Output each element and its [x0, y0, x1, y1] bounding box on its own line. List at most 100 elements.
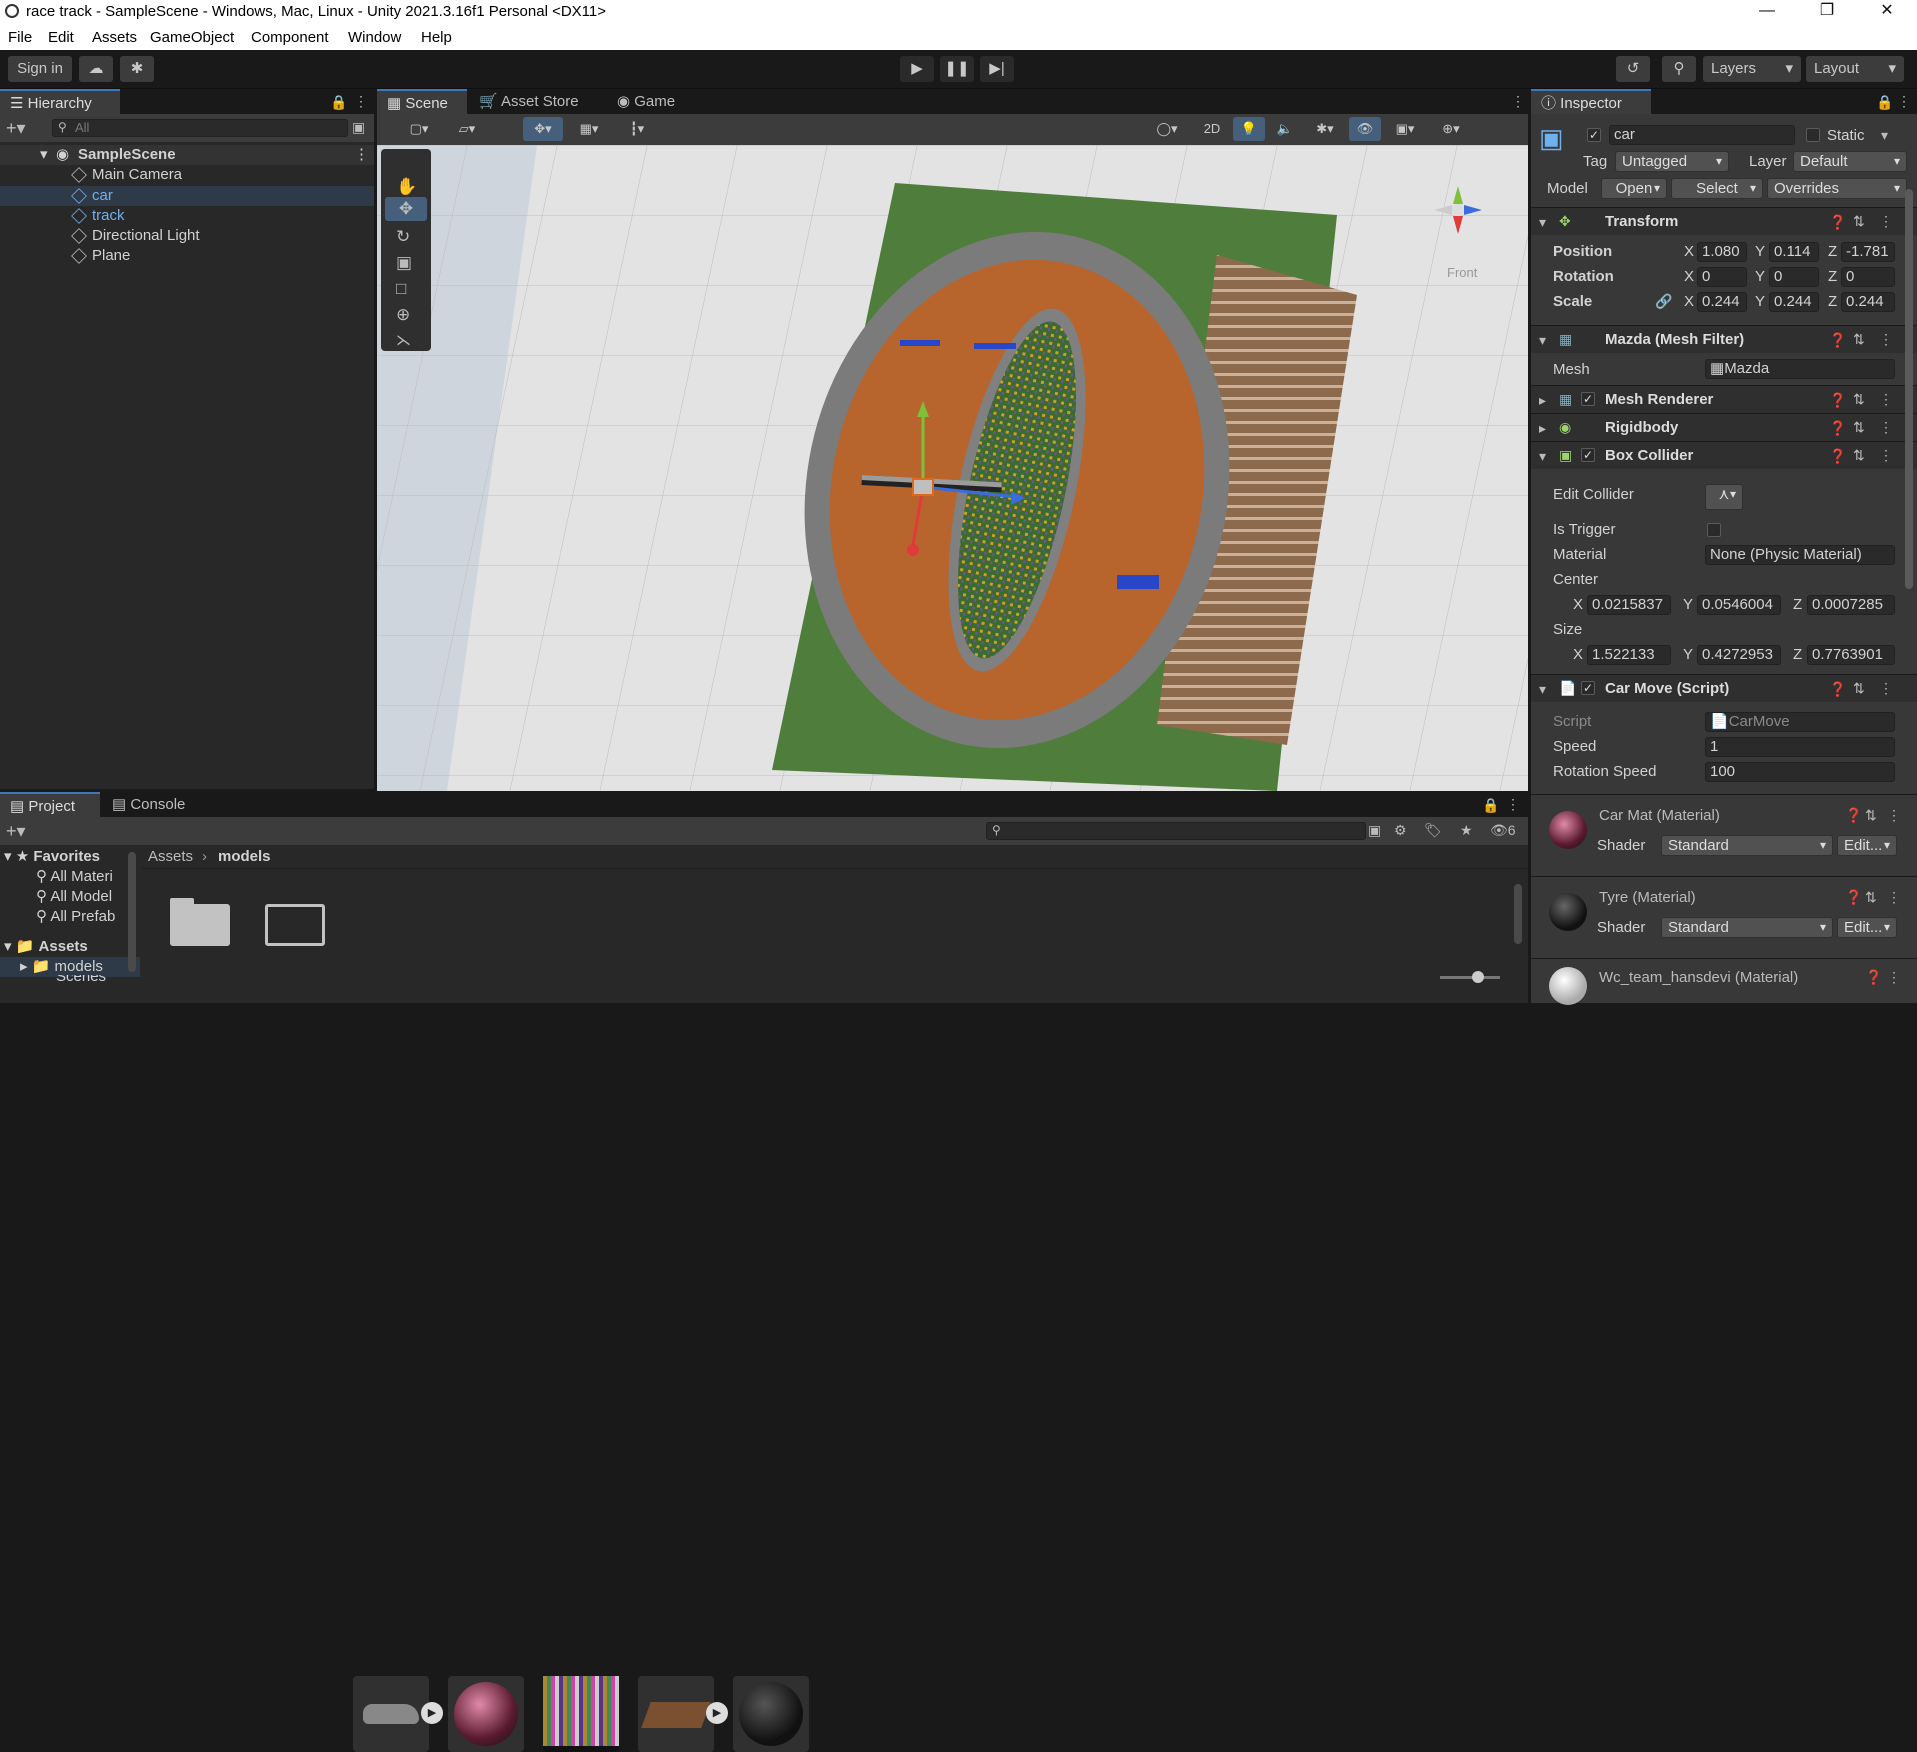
- menu-component[interactable]: Component: [251, 29, 329, 46]
- more-icon[interactable]: ⋮: [1879, 213, 1893, 230]
- help-icon[interactable]: ❓: [1829, 420, 1846, 437]
- foldout-icon[interactable]: ▾: [1539, 681, 1546, 698]
- more-icon[interactable]: ⋮: [1887, 807, 1901, 824]
- more-icon[interactable]: ⋮: [1879, 419, 1893, 436]
- hierarchy-item-car[interactable]: car: [0, 186, 374, 206]
- rotation-z-field[interactable]: 0: [1841, 267, 1895, 287]
- preset-icon[interactable]: ⇅: [1865, 889, 1877, 906]
- tab-inspector[interactable]: ⓘ Inspector: [1531, 89, 1651, 114]
- close-icon[interactable]: ✕: [1858, 0, 1916, 24]
- grid-snap-button[interactable]: ▦▾: [569, 117, 609, 141]
- asset-tyre-material[interactable]: [733, 1676, 809, 1752]
- overrides-dropdown[interactable]: Overrides: [1767, 178, 1907, 199]
- object-name-field[interactable]: car: [1609, 125, 1795, 145]
- center-x-field[interactable]: 0.0215837: [1587, 595, 1671, 615]
- size-y-field[interactable]: 0.4272953: [1697, 645, 1781, 665]
- search-icon[interactable]: ⚲: [1662, 56, 1696, 82]
- step-button[interactable]: ▶|: [980, 56, 1014, 82]
- shading-button[interactable]: ▱▾: [447, 117, 487, 141]
- menu-window[interactable]: Window: [348, 29, 401, 46]
- shader-dropdown[interactable]: Standard: [1661, 835, 1833, 856]
- hierarchy-item-plane[interactable]: Plane: [0, 246, 374, 266]
- folder-models[interactable]: ▸ 📁 models: [0, 957, 140, 977]
- lock-icon[interactable]: 🔒: [1876, 94, 1893, 111]
- help-icon[interactable]: ❓: [1865, 969, 1882, 986]
- foldout-icon[interactable]: ▾: [1539, 332, 1546, 349]
- is-trigger-checkbox[interactable]: [1707, 523, 1721, 537]
- edit-shader-button[interactable]: Edit...: [1837, 835, 1897, 856]
- position-x-field[interactable]: 1.080: [1697, 242, 1747, 262]
- mesh-renderer-enabled-checkbox[interactable]: ✓: [1581, 392, 1595, 406]
- effects-toggle-icon[interactable]: ✱▾: [1305, 117, 1345, 141]
- shader-dropdown[interactable]: Standard: [1661, 917, 1833, 938]
- car-move-header[interactable]: ▾ 📄 ✓ Car Move (Script) ❓ ⇅ ⋮: [1531, 674, 1917, 702]
- preset-icon[interactable]: ⇅: [1853, 419, 1865, 436]
- folder-asset-1[interactable]: [170, 896, 232, 946]
- lock-icon[interactable]: 🔒: [330, 94, 347, 111]
- preset-icon[interactable]: ⇅: [1853, 391, 1865, 408]
- move-tool-icon[interactable]: ✥: [385, 197, 427, 221]
- label-icon[interactable]: 🏷: [1424, 822, 1442, 839]
- cloud-icon[interactable]: ☁: [79, 56, 113, 82]
- help-icon[interactable]: ❓: [1829, 448, 1846, 465]
- tab-hierarchy[interactable]: ☰ Hierarchy: [0, 89, 120, 114]
- asset-car-material[interactable]: [448, 1676, 524, 1752]
- more-icon[interactable]: ⋮: [354, 145, 369, 165]
- lock-icon[interactable]: 🔒: [1482, 797, 1499, 814]
- search-by-type-icon[interactable]: ▣: [1368, 822, 1381, 839]
- more-icon[interactable]: ⋮: [1879, 331, 1893, 348]
- mesh-field[interactable]: ▦Mazda: [1705, 359, 1895, 379]
- transform-tool-icon[interactable]: ⊕: [396, 305, 410, 325]
- expand-arrow-icon[interactable]: ▾: [40, 145, 48, 165]
- filter-type-icon[interactable]: ⚙: [1394, 822, 1407, 839]
- layers-dropdown[interactable]: Layers ▾: [1703, 56, 1801, 82]
- hidden-objects-icon[interactable]: 👁: [1349, 117, 1381, 141]
- scene-root[interactable]: ▾ ◉ SampleScene ⋮: [0, 145, 374, 165]
- breadcrumb-models[interactable]: models: [218, 848, 271, 865]
- tab-project[interactable]: ▤ Project: [0, 792, 100, 817]
- breadcrumb-assets[interactable]: Assets: [148, 848, 193, 865]
- size-x-field[interactable]: 1.522133: [1587, 645, 1671, 665]
- preset-icon[interactable]: ⇅: [1853, 447, 1865, 464]
- tab-game[interactable]: ◉ Game: [607, 89, 685, 114]
- favorite-all-materials[interactable]: ⚲ All Materi: [0, 867, 140, 887]
- hierarchy-item-main-camera[interactable]: Main Camera: [0, 165, 374, 185]
- transform-header[interactable]: ▾ ✥ Transform ❓ ⇅ ⋮: [1531, 207, 1917, 235]
- asset-car-model[interactable]: [353, 1676, 429, 1752]
- history-icon[interactable]: ↺: [1616, 56, 1650, 82]
- center-z-field[interactable]: 0.0007285: [1807, 595, 1895, 615]
- rotate-tool-icon[interactable]: ↻: [396, 227, 410, 247]
- add-icon[interactable]: +▾: [6, 821, 26, 842]
- select-button[interactable]: Select: [1671, 178, 1763, 199]
- help-icon[interactable]: ❓: [1829, 214, 1846, 231]
- play-button[interactable]: ▶: [900, 56, 934, 82]
- scene-visibility-icon[interactable]: ▣: [352, 119, 365, 136]
- sign-in-button[interactable]: Sign in: [8, 56, 72, 82]
- tab-scene[interactable]: ▦ Scene: [377, 89, 467, 114]
- more-icon[interactable]: ⋮: [354, 93, 368, 110]
- inspector-scrollbar[interactable]: [1905, 189, 1913, 589]
- favorite-star-icon[interactable]: ★: [1460, 822, 1473, 839]
- foldout-icon[interactable]: ▸: [1539, 420, 1546, 437]
- pause-button[interactable]: ❚❚: [940, 56, 974, 82]
- add-icon[interactable]: +▾: [6, 118, 26, 139]
- speed-field[interactable]: 1: [1705, 737, 1895, 757]
- menu-file[interactable]: File: [8, 29, 32, 46]
- size-z-field[interactable]: 0.7763901: [1807, 645, 1895, 665]
- audio-toggle-icon[interactable]: 🔈: [1269, 117, 1301, 141]
- menu-assets[interactable]: Assets: [92, 29, 137, 46]
- hierarchy-item-track[interactable]: track: [0, 206, 374, 226]
- box-collider-header[interactable]: ▾ ▣ ✓ Box Collider ❓ ⇅ ⋮: [1531, 441, 1917, 469]
- active-checkbox[interactable]: ✓: [1587, 128, 1601, 142]
- menu-help[interactable]: Help: [421, 29, 452, 46]
- scale-z-field[interactable]: 0.244: [1841, 292, 1895, 312]
- expand-icon[interactable]: ▶: [706, 1702, 728, 1724]
- assets-root[interactable]: ▾ 📁 Assets: [0, 937, 140, 957]
- center-y-field[interactable]: 0.0546004: [1697, 595, 1781, 615]
- favorite-all-prefabs[interactable]: ⚲ All Prefab: [0, 907, 140, 927]
- layer-dropdown[interactable]: Default: [1793, 151, 1907, 172]
- car-move-enabled-checkbox[interactable]: ✓: [1581, 681, 1595, 695]
- favorites-root[interactable]: ▾ ★ Favorites: [0, 847, 140, 867]
- camera-mode-button[interactable]: ◯▾: [1147, 117, 1187, 141]
- mesh-filter-header[interactable]: ▾ ▦ Mazda (Mesh Filter) ❓ ⇅ ⋮: [1531, 325, 1917, 353]
